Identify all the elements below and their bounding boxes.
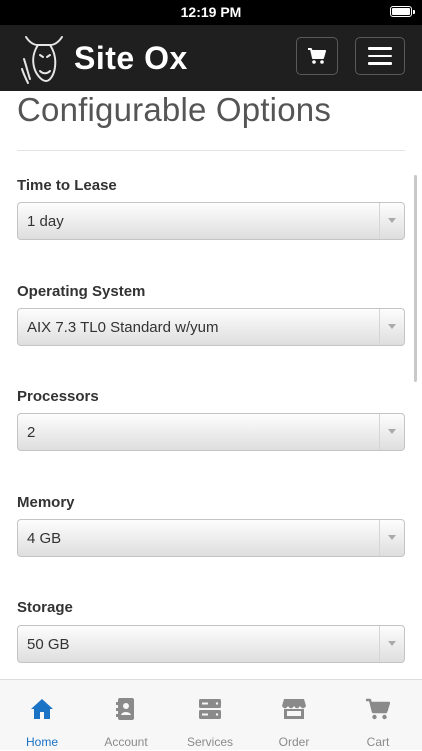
nav-home[interactable]: Home: [0, 680, 84, 751]
memory-select[interactable]: 4 GB: [17, 519, 405, 557]
status-time: 12:19 PM: [180, 4, 242, 20]
account-icon: [116, 698, 134, 720]
ox-logo-icon: [21, 36, 63, 84]
status-bar: 12:19 PM: [0, 0, 422, 25]
main-content: Configurable Options Time to Lease 1 day…: [0, 91, 422, 679]
page-title: Configurable Options: [17, 91, 332, 128]
services-icon: [199, 699, 221, 719]
bottom-nav: Home Account Services Order Cart: [0, 679, 422, 750]
nav-home-label: Home: [25, 735, 58, 749]
operating-system-select[interactable]: AIX 7.3 TL0 Standard w/yum: [17, 308, 405, 346]
nav-account-label: Account: [104, 735, 148, 749]
time-to-lease-select[interactable]: 1 day: [17, 202, 405, 240]
storage-select[interactable]: 50 GB: [17, 625, 405, 663]
scrollbar[interactable]: [414, 175, 417, 382]
nav-cart-label: Cart: [366, 735, 390, 749]
operating-system-label: Operating System: [17, 283, 146, 300]
app-header: Site Ox: [0, 25, 422, 91]
nav-cart[interactable]: Cart: [336, 680, 420, 751]
chevron-down-icon: [379, 414, 404, 450]
home-icon: [31, 699, 53, 719]
cart-icon: [308, 47, 326, 64]
chevron-down-icon: [379, 520, 404, 556]
processors-select[interactable]: 2: [17, 413, 405, 451]
nav-order-label: Order: [278, 735, 310, 749]
store-icon: [282, 699, 306, 719]
title-divider: [17, 150, 405, 151]
memory-label: Memory: [17, 494, 75, 511]
select-value: 1 day: [27, 213, 64, 230]
select-value: AIX 7.3 TL0 Standard w/yum: [27, 319, 219, 336]
header-cart-button[interactable]: [296, 37, 338, 75]
nav-services[interactable]: Services: [168, 680, 252, 751]
select-value: 2: [27, 424, 36, 441]
menu-button[interactable]: [355, 37, 405, 75]
nav-account[interactable]: Account: [84, 680, 168, 751]
select-value: 50 GB: [27, 636, 70, 653]
chevron-down-icon: [379, 309, 404, 345]
hamburger-icon: [368, 42, 392, 70]
chevron-down-icon: [379, 626, 404, 662]
nav-order[interactable]: Order: [252, 680, 336, 751]
nav-services-label: Services: [186, 735, 233, 749]
time-to-lease-label: Time to Lease: [17, 177, 117, 194]
storage-label: Storage: [17, 599, 73, 616]
processors-label: Processors: [17, 388, 99, 405]
chevron-down-icon: [379, 203, 404, 239]
brand-name[interactable]: Site Ox: [74, 40, 188, 77]
cart-icon: [366, 698, 390, 720]
select-value: 4 GB: [27, 530, 62, 547]
battery-icon: [390, 6, 415, 17]
